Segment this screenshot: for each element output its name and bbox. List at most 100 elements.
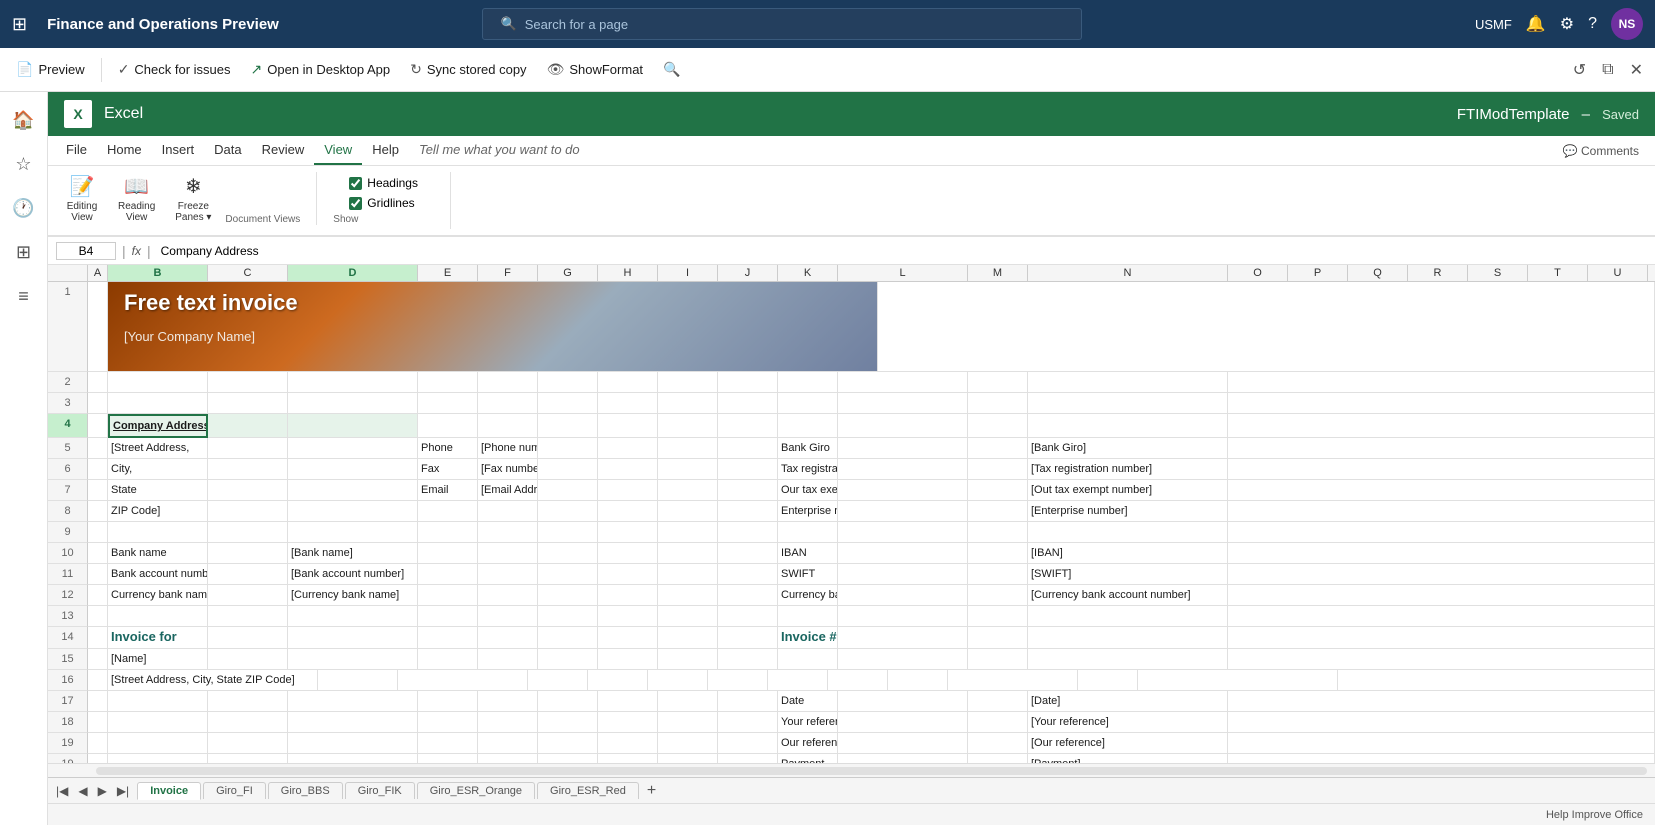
- col-header-c[interactable]: C: [208, 265, 288, 282]
- cell-b1-banner[interactable]: Free text invoice [Your Company Name]: [108, 282, 878, 372]
- comments-button[interactable]: 💬 Comments: [1555, 140, 1647, 162]
- cell-k7[interactable]: Our tax exempt number: [778, 480, 838, 501]
- tab-prev-btn[interactable]: ◀: [74, 782, 91, 800]
- sync-button[interactable]: ↻ Sync stored copy: [402, 57, 534, 82]
- cell-d12[interactable]: [Currency bank name]: [288, 585, 418, 606]
- avatar[interactable]: NS: [1611, 8, 1643, 40]
- col-header-l[interactable]: L: [838, 265, 968, 282]
- cell-f7[interactable]: [Email Address]: [478, 480, 538, 501]
- cell-b6[interactable]: City,: [108, 459, 208, 480]
- col-header-q[interactable]: Q: [1348, 265, 1408, 282]
- cell-k10[interactable]: IBAN: [778, 543, 838, 564]
- sidebar-list[interactable]: ≡: [4, 276, 44, 316]
- cell-b7[interactable]: State: [108, 480, 208, 501]
- show-format-button[interactable]: 👁 ShowFormat: [539, 57, 651, 82]
- cell-k19[interactable]: Our reference: [778, 733, 838, 754]
- notification-icon[interactable]: 🔔: [1526, 14, 1546, 34]
- menu-view[interactable]: View: [314, 136, 362, 165]
- menu-review[interactable]: Review: [252, 136, 315, 165]
- menu-help[interactable]: Help: [362, 136, 409, 165]
- menu-file[interactable]: File: [56, 136, 97, 165]
- cell-k11[interactable]: SWIFT: [778, 564, 838, 585]
- sheet-tab-giro-bbs[interactable]: Giro_BBS: [268, 782, 343, 799]
- gridlines-check-input[interactable]: [349, 197, 362, 210]
- cell-d10[interactable]: [Bank name]: [288, 543, 418, 564]
- cell-b12[interactable]: Currency bank name: [108, 585, 208, 606]
- cell-b8[interactable]: ZIP Code]: [108, 501, 208, 522]
- cell-n12[interactable]: [Currency bank account number]: [1028, 585, 1228, 606]
- cell-b14[interactable]: Invoice for: [108, 627, 208, 649]
- menu-insert[interactable]: Insert: [152, 136, 205, 165]
- col-header-v[interactable]: V: [1648, 265, 1655, 282]
- add-sheet-button[interactable]: +: [641, 780, 662, 802]
- sheet-tab-giro-esr-orange[interactable]: Giro_ESR_Orange: [417, 782, 535, 799]
- cell-b4[interactable]: Company Address: [108, 414, 208, 438]
- col-header-u[interactable]: U: [1588, 265, 1648, 282]
- grid-icon[interactable]: ⊞: [12, 14, 27, 35]
- col-header-g[interactable]: G: [538, 265, 598, 282]
- cell-k18[interactable]: Your reference: [778, 712, 838, 733]
- check-issues-button[interactable]: ✓ Check for issues: [110, 57, 239, 82]
- cell-n20[interactable]: [Payment]: [1028, 754, 1228, 763]
- menu-tell-me[interactable]: Tell me what you want to do: [409, 136, 590, 165]
- cell-n6[interactable]: [Tax registration number]: [1028, 459, 1228, 480]
- preview-button[interactable]: 📄 Preview: [8, 57, 93, 82]
- cell-n11[interactable]: [SWIFT]: [1028, 564, 1228, 585]
- cell-b11[interactable]: Bank account number: [108, 564, 208, 585]
- col-header-f[interactable]: F: [478, 265, 538, 282]
- sidebar-grid[interactable]: ⊞: [4, 232, 44, 272]
- sheet-tab-giro-fik[interactable]: Giro_FIK: [345, 782, 415, 799]
- reload-button[interactable]: ↺: [1569, 56, 1590, 84]
- cell-b15[interactable]: [Name]: [108, 649, 208, 670]
- tab-first-btn[interactable]: |◀: [52, 782, 72, 800]
- cell-b16[interactable]: [Street Address, City, State ZIP Code]: [108, 670, 318, 691]
- cell-e6[interactable]: Fax: [418, 459, 478, 480]
- cell-k14[interactable]: Invoice #: [778, 627, 838, 649]
- cell-k20[interactable]: Payment: [778, 754, 838, 763]
- gridlines-checkbox[interactable]: Gridlines: [349, 196, 418, 210]
- col-header-n[interactable]: N: [1028, 265, 1228, 282]
- col-header-s[interactable]: S: [1468, 265, 1528, 282]
- col-header-j[interactable]: J: [718, 265, 778, 282]
- cell-k8[interactable]: Enterprise number: [778, 501, 838, 522]
- sidebar-star[interactable]: ☆: [4, 144, 44, 184]
- col-header-i[interactable]: I: [658, 265, 718, 282]
- sheet-tab-giro-esr-red[interactable]: Giro_ESR_Red: [537, 782, 639, 799]
- tab-next-btn[interactable]: ▶: [94, 782, 111, 800]
- cell-f5[interactable]: [Phone number]: [478, 438, 538, 459]
- col-header-k[interactable]: K: [778, 265, 838, 282]
- cell-n18[interactable]: [Your reference]: [1028, 712, 1228, 733]
- close-button[interactable]: ✕: [1626, 56, 1647, 84]
- col-header-b[interactable]: B: [108, 265, 208, 282]
- help-icon[interactable]: ?: [1588, 15, 1597, 33]
- sheet-tab-invoice[interactable]: Invoice: [137, 782, 201, 800]
- cell-k12[interactable]: Currency bank account number: [778, 585, 838, 606]
- h-scrollbar[interactable]: [48, 763, 1655, 777]
- sidebar-clock[interactable]: 🕐: [4, 188, 44, 228]
- cell-n17[interactable]: [Date]: [1028, 691, 1228, 712]
- formula-input[interactable]: [157, 243, 1647, 259]
- headings-check-input[interactable]: [349, 177, 362, 190]
- cell-n7[interactable]: [Out tax exempt number]: [1028, 480, 1228, 501]
- search-box[interactable]: 🔍 Search for a page: [482, 8, 1082, 40]
- cell-e5[interactable]: Phone: [418, 438, 478, 459]
- sheet-tab-giro-fi[interactable]: Giro_FI: [203, 782, 266, 799]
- cell-a1[interactable]: [88, 282, 108, 372]
- cell-reference-input[interactable]: [56, 242, 116, 260]
- cell-e7[interactable]: Email: [418, 480, 478, 501]
- cell-n19[interactable]: [Our reference]: [1028, 733, 1228, 754]
- cell-d11[interactable]: [Bank account number]: [288, 564, 418, 585]
- reading-view-btn[interactable]: 📖 ReadingView: [112, 172, 161, 225]
- cell-b5[interactable]: [Street Address,: [108, 438, 208, 459]
- cell-b10[interactable]: Bank name: [108, 543, 208, 564]
- new-window-button[interactable]: ⧉: [1598, 57, 1617, 83]
- cell-n10[interactable]: [IBAN]: [1028, 543, 1228, 564]
- cell-rest-1[interactable]: [878, 282, 1655, 372]
- open-desktop-button[interactable]: ↗ Open in Desktop App: [243, 57, 399, 82]
- settings-icon[interactable]: ⚙: [1560, 14, 1574, 34]
- cell-n8[interactable]: [Enterprise number]: [1028, 501, 1228, 522]
- tab-last-btn[interactable]: ▶|: [113, 782, 133, 800]
- cell-f6[interactable]: [Fax number]: [478, 459, 538, 480]
- col-header-d[interactable]: D: [288, 265, 418, 282]
- menu-home[interactable]: Home: [97, 136, 152, 165]
